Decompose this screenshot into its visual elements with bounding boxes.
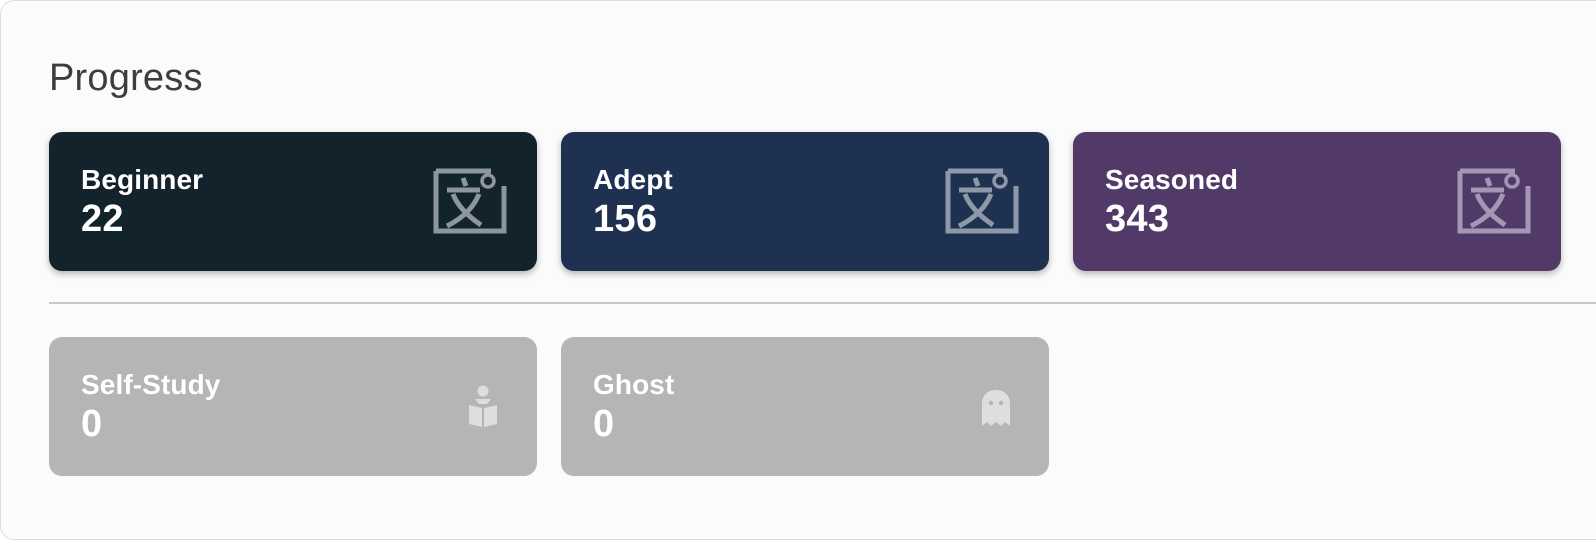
card-label: Adept [593, 164, 673, 195]
card-label: Ghost [593, 369, 675, 400]
divider [49, 302, 1596, 304]
kanji-icon [433, 168, 507, 239]
card-label: Self-Study [81, 369, 221, 400]
ghost-icon [981, 389, 1011, 432]
card-label: Beginner [81, 164, 204, 195]
reader-icon [467, 385, 499, 434]
card-label: Seasoned [1105, 164, 1239, 195]
card-seasoned[interactable]: Seasoned 343 [1073, 132, 1561, 271]
card-value: 343 [1105, 198, 1170, 240]
kanji-icon [1457, 168, 1531, 239]
card-ghost[interactable]: Ghost 0 [561, 337, 1049, 476]
card-value: 0 [593, 403, 615, 445]
card-value: 22 [81, 198, 124, 240]
kanji-icon [945, 168, 1019, 239]
page-title: Progress [49, 57, 203, 99]
card-value: 156 [593, 198, 658, 240]
progress-panel: Progress Beginner 22 Adept 156 Seasoned … [0, 0, 1596, 540]
card-adept[interactable]: Adept 156 [561, 132, 1049, 271]
card-beginner[interactable]: Beginner 22 [49, 132, 537, 271]
card-value: 0 [81, 403, 103, 445]
card-self-study[interactable]: Self-Study 0 [49, 337, 537, 476]
